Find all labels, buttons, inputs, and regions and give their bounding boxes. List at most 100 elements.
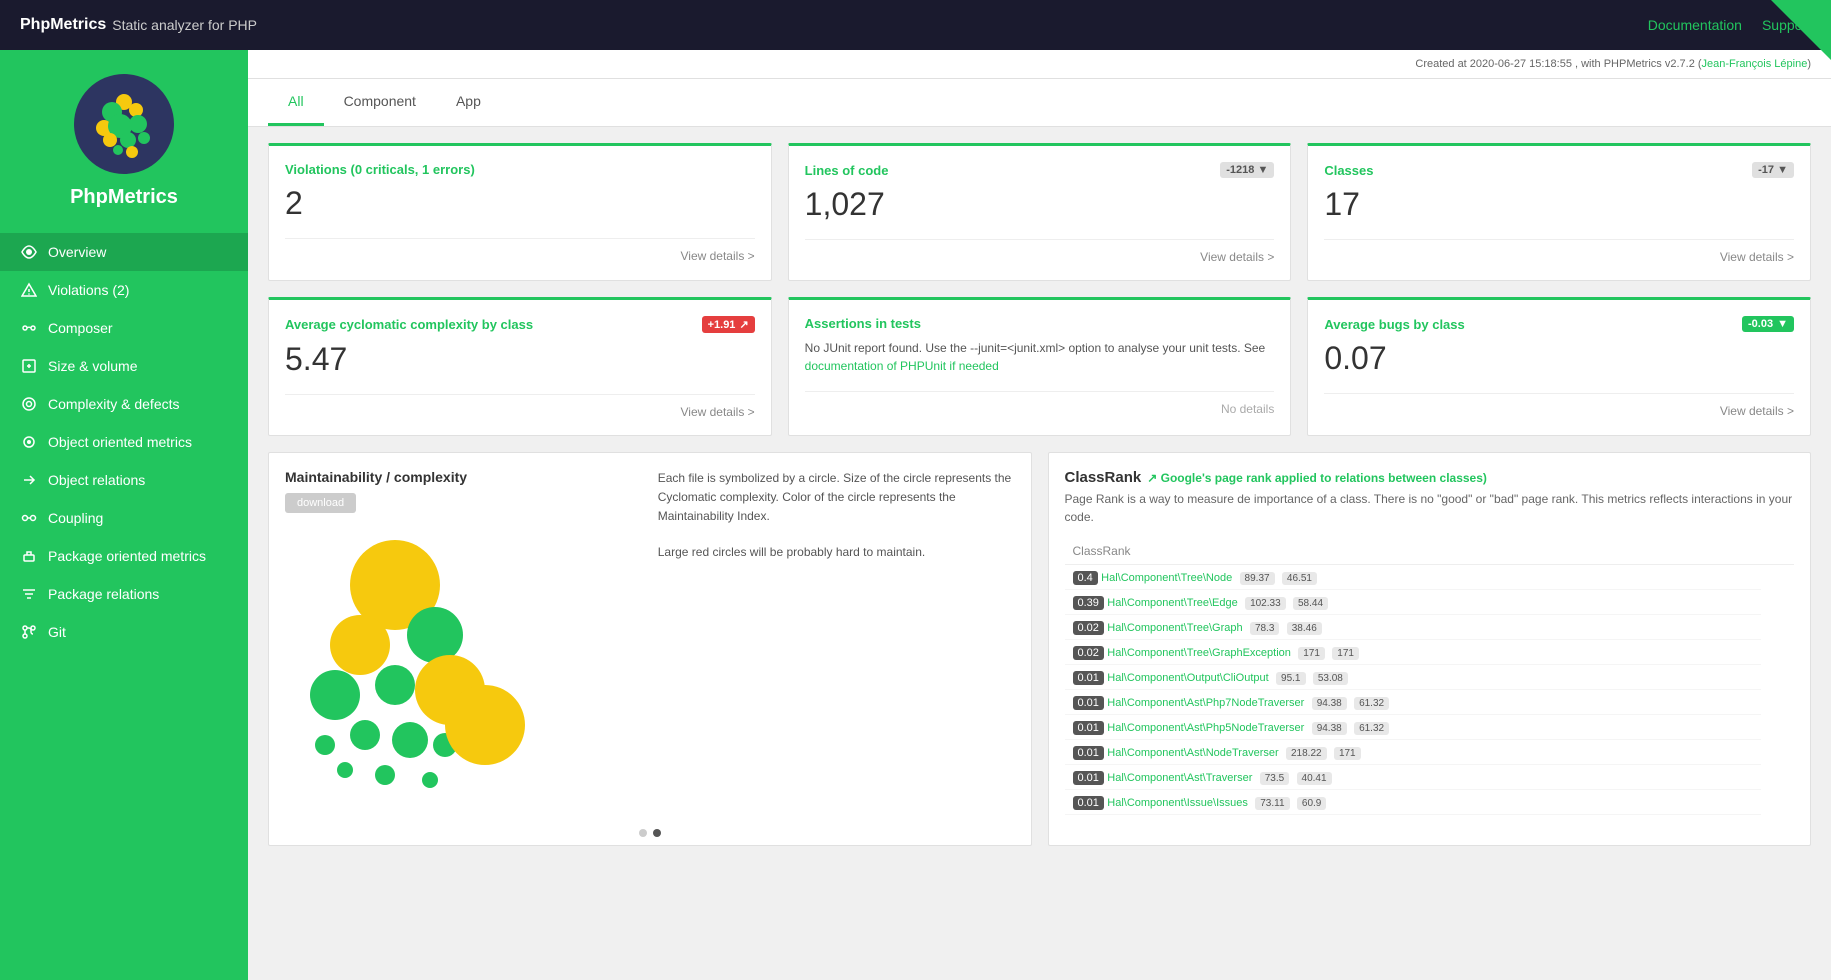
- class-name[interactable]: Hal\Component\Tree\GraphException: [1107, 647, 1291, 659]
- assertions-card: Assertions in tests No JUnit report foun…: [788, 297, 1292, 436]
- val2-badge: 171: [1332, 647, 1359, 660]
- sidebar-item-composer[interactable]: Composer: [0, 309, 248, 347]
- sidebar-label-object-oriented: Object oriented metrics: [48, 434, 192, 450]
- val2-badge: 171: [1334, 747, 1361, 760]
- sidebar: PhpMetrics Overview Violations (2): [0, 50, 248, 980]
- sidebar-item-object-oriented[interactable]: Object oriented metrics: [0, 423, 248, 461]
- logo-circle: [74, 74, 174, 174]
- bubble-chart-svg: [285, 525, 545, 805]
- cyclomatic-title: Average cyclomatic complexity by class +…: [285, 316, 755, 333]
- val2-badge: 61.32: [1354, 697, 1389, 710]
- sidebar-item-git[interactable]: Git: [0, 613, 248, 651]
- classrank-card: ClassRank ↗ Google's page rank applied t…: [1048, 452, 1812, 846]
- violations-card: Violations (0 criticals, 1 errors) 2 Vie…: [268, 143, 772, 281]
- sidebar-label-package-relations: Package relations: [48, 586, 159, 602]
- val1-badge: 89.37: [1240, 572, 1275, 585]
- table-row: 0.01 Hal\Component\Output\CliOutput 95.1…: [1065, 665, 1795, 690]
- maintainability-left: Maintainability / complexity download: [285, 469, 642, 805]
- classes-badge: -17 ▼: [1752, 162, 1794, 178]
- content-header: Created at 2020-06-27 15:18:55 , with PH…: [248, 50, 1831, 79]
- classrank-subtitle: Page Rank is a way to measure de importa…: [1065, 490, 1795, 526]
- second-cards-row: Average cyclomatic complexity by class +…: [268, 297, 1811, 436]
- sidebar-item-package-oriented[interactable]: Package oriented metrics: [0, 537, 248, 575]
- sidebar-label-git: Git: [48, 624, 66, 640]
- assertions-note: No JUnit report found. Use the --junit=<…: [805, 339, 1275, 375]
- classes-card: Classes -17 ▼ 17 View details >: [1307, 143, 1811, 281]
- classrank-ext-link[interactable]: ↗ Google's page rank applied to relation…: [1147, 471, 1487, 485]
- rank-badge: 0.01: [1073, 746, 1104, 760]
- author-link[interactable]: Jean-François Lépine: [1702, 58, 1808, 70]
- bugs-value: 0.07: [1324, 340, 1794, 377]
- sidebar-item-size-volume[interactable]: Size & volume: [0, 347, 248, 385]
- sidebar-label-package-oriented: Package oriented metrics: [48, 548, 206, 564]
- classes-card-title: Classes -17 ▼: [1324, 162, 1794, 178]
- lines-of-code-card: Lines of code -1218 ▼ 1,027 View details…: [788, 143, 1292, 281]
- classes-link[interactable]: View details >: [1324, 239, 1794, 264]
- main-content: Created at 2020-06-27 15:18:55 , with PH…: [248, 50, 1831, 980]
- class-name[interactable]: Hal\Component\Ast\Php7NodeTraverser: [1107, 697, 1304, 709]
- brand: PhpMetrics Static analyzer for PHP: [20, 16, 257, 34]
- val1-badge: 218.22: [1286, 747, 1327, 760]
- git-icon: [20, 623, 38, 641]
- classes-value: 17: [1324, 186, 1794, 223]
- val2-badge: 61.32: [1354, 722, 1389, 735]
- class-name[interactable]: Hal\Component\Issue\Issues: [1107, 797, 1248, 809]
- content-body: Violations (0 criticals, 1 errors) 2 Vie…: [248, 127, 1831, 862]
- val2-badge: 58.44: [1293, 597, 1328, 610]
- rank-badge: 0.02: [1073, 621, 1104, 635]
- sidebar-label-violations: Violations (2): [48, 282, 129, 298]
- no-details-text: No details: [805, 391, 1275, 416]
- topbar-links: Documentation Support: [1648, 17, 1811, 33]
- val1-badge: 94.38: [1312, 722, 1347, 735]
- download-button[interactable]: download: [285, 493, 356, 513]
- class-name[interactable]: Hal\Component\Tree\Graph: [1107, 622, 1242, 634]
- class-name[interactable]: Hal\Component\Tree\Node: [1101, 572, 1232, 584]
- sidebar-item-complexity[interactable]: Complexity & defects: [0, 385, 248, 423]
- bugs-title: Average bugs by class -0.03 ▼: [1324, 316, 1794, 332]
- brand-subtitle: Static analyzer for PHP: [112, 17, 257, 33]
- val2-badge: 46.51: [1282, 572, 1317, 585]
- sidebar-item-coupling[interactable]: Coupling: [0, 499, 248, 537]
- table-row: 0.02 Hal\Component\Tree\GraphException 1…: [1065, 640, 1795, 665]
- loc-value: 1,027: [805, 186, 1275, 223]
- loc-badge: -1218 ▼: [1220, 162, 1274, 178]
- class-name[interactable]: Hal\Component\Ast\Traverser: [1107, 772, 1252, 784]
- loc-link[interactable]: View details >: [805, 239, 1275, 264]
- classrank-scroll[interactable]: ClassRank 0.4 Hal\Component\Tree\Node 89…: [1065, 538, 1795, 815]
- package-icon: [20, 547, 38, 565]
- class-name[interactable]: Hal\Component\Ast\Php5NodeTraverser: [1107, 722, 1304, 734]
- val2-badge: 38.46: [1287, 622, 1322, 635]
- tab-component[interactable]: Component: [324, 79, 436, 126]
- sidebar-item-object-relations[interactable]: Object relations: [0, 461, 248, 499]
- logo-svg: [82, 82, 167, 167]
- bugs-badge: -0.03 ▼: [1742, 316, 1794, 332]
- sidebar-logo: PhpMetrics: [0, 50, 248, 225]
- dot-nav: [269, 821, 1031, 845]
- val2-badge: 40.41: [1297, 772, 1332, 785]
- tab-app[interactable]: App: [436, 79, 501, 126]
- header-info: Created at 2020-06-27 15:18:55 , with PH…: [1415, 58, 1701, 70]
- dot-2[interactable]: [653, 829, 661, 837]
- classrank-table: ClassRank 0.4 Hal\Component\Tree\Node 89…: [1065, 538, 1795, 815]
- dot-1[interactable]: [639, 829, 647, 837]
- object-icon: [20, 433, 38, 451]
- class-name[interactable]: Hal\Component\Tree\Edge: [1107, 597, 1237, 609]
- sidebar-label-object-relations: Object relations: [48, 472, 145, 488]
- sidebar-item-overview[interactable]: Overview: [0, 233, 248, 271]
- link-icon: [20, 319, 38, 337]
- bugs-link[interactable]: View details >: [1324, 393, 1794, 418]
- brand-name: PhpMetrics: [20, 16, 106, 34]
- phpunit-link[interactable]: documentation of PHPUnit if needed: [805, 359, 999, 373]
- violations-link[interactable]: View details >: [285, 238, 755, 263]
- rank-badge: 0.01: [1073, 721, 1104, 735]
- cyclomatic-link[interactable]: View details >: [285, 394, 755, 419]
- val1-badge: 102.33: [1245, 597, 1286, 610]
- cyclomatic-value: 5.47: [285, 341, 755, 378]
- documentation-link[interactable]: Documentation: [1648, 17, 1742, 33]
- resize-icon: [20, 357, 38, 375]
- tab-all[interactable]: All: [268, 79, 324, 126]
- sidebar-item-violations[interactable]: Violations (2): [0, 271, 248, 309]
- class-name[interactable]: Hal\Component\Ast\NodeTraverser: [1107, 747, 1278, 759]
- sidebar-item-package-relations[interactable]: Package relations: [0, 575, 248, 613]
- class-name[interactable]: Hal\Component\Output\CliOutput: [1107, 672, 1268, 684]
